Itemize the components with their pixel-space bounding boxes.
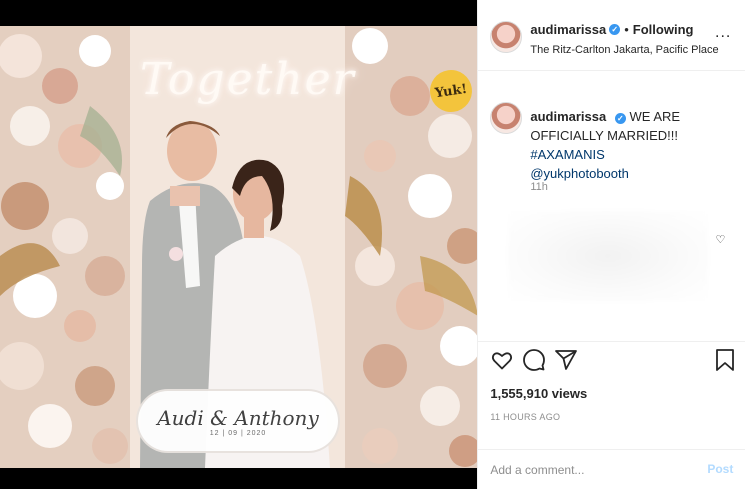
comment-like-heart-icon[interactable]: ♡: [715, 233, 725, 246]
heart-icon[interactable]: [490, 348, 514, 372]
caption-avatar[interactable]: [490, 102, 523, 134]
following-button[interactable]: Following: [633, 22, 694, 37]
share-icon[interactable]: [554, 348, 578, 372]
mention-link[interactable]: @yukphotobooth: [530, 166, 629, 181]
comment-bar: Post: [478, 449, 745, 490]
wedding-date: 12 | 09 | 2020: [209, 429, 267, 437]
separator: •: [624, 22, 629, 37]
verified-badge-icon: ✓: [609, 24, 621, 35]
post-side-panel: audimarissa ✓ • Following The Ritz-Carlt…: [477, 0, 745, 489]
comment-icon[interactable]: [522, 348, 546, 372]
bookmark-icon[interactable]: [715, 348, 735, 372]
location-link[interactable]: The Ritz-Carlton Jakarta, Pacific Place: [530, 44, 718, 56]
comments-section: audimarissa ✓ WE ARE OFFICIALLY MARRIED!…: [478, 71, 745, 341]
hashtag-link[interactable]: #AXAMANIS: [530, 147, 604, 162]
caption-username-link[interactable]: audimarissa: [530, 109, 606, 124]
couple-names: Audi & Anthony: [157, 405, 319, 430]
verified-badge-icon: ✓: [614, 113, 626, 124]
name-card: Audi & Anthony 12 | 09 | 2020: [138, 391, 338, 451]
post-timestamp[interactable]: 11 HOURS AGO: [490, 412, 560, 422]
post-button[interactable]: Post: [707, 462, 733, 476]
left-flower-wall: [0, 26, 130, 468]
comment-input[interactable]: [490, 458, 681, 482]
neon-sign: Together: [140, 54, 356, 105]
caption-time[interactable]: 11h: [530, 181, 548, 193]
ellipsis-icon[interactable]: ...: [715, 25, 731, 41]
views-count[interactable]: 1,555,910 views: [490, 386, 587, 401]
action-bar: 1,555,910 views 11 HOURS AGO: [478, 341, 745, 442]
post-photo[interactable]: Together Yuk! Audi & Anthony 12 | 09 | 2…: [0, 26, 478, 468]
avatar[interactable]: [490, 21, 523, 53]
instagram-post: Together Yuk! Audi & Anthony 12 | 09 | 2…: [0, 0, 745, 489]
photo-pane: Together Yuk! Audi & Anthony 12 | 09 | 2…: [0, 0, 478, 489]
blurred-comments: [508, 211, 709, 301]
caption-text: audimarissa ✓ WE ARE OFFICIALLY MARRIED!…: [530, 107, 730, 183]
user-line: audimarissa ✓ • Following: [530, 22, 693, 37]
post-header: audimarissa ✓ • Following The Ritz-Carlt…: [478, 0, 745, 71]
username-link[interactable]: audimarissa: [530, 22, 606, 37]
